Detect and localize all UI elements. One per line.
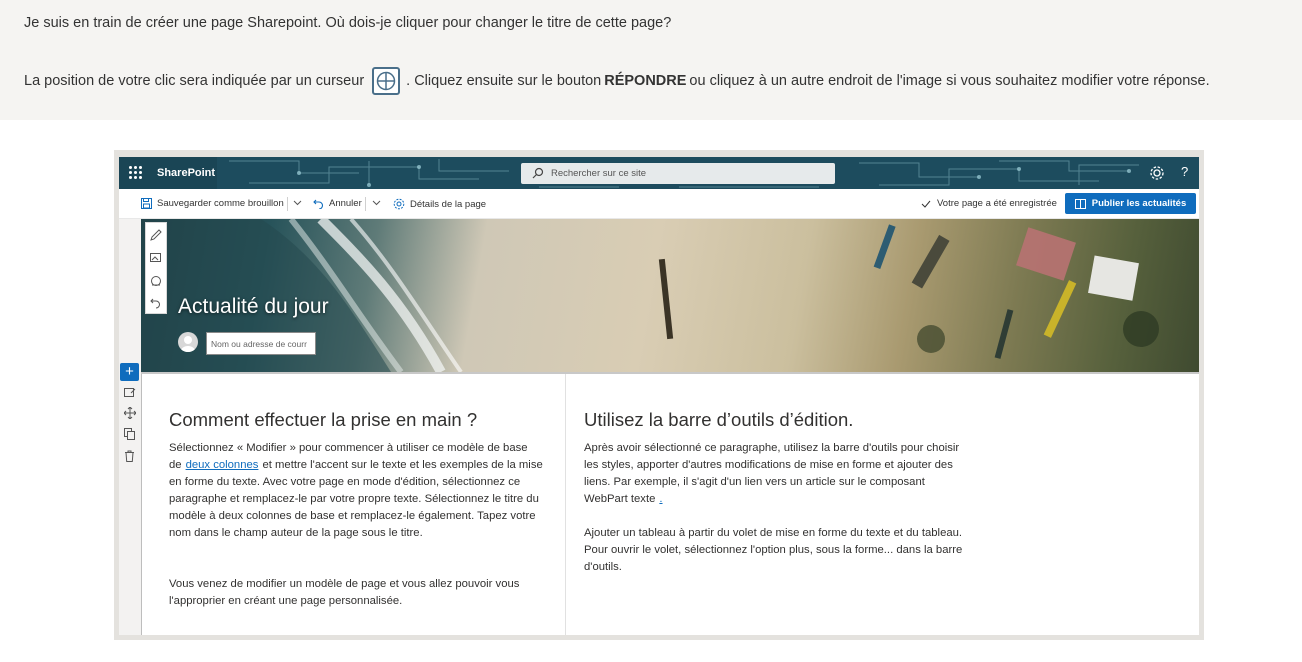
undo-button[interactable]: Annuler	[313, 198, 362, 209]
undo-icon	[313, 199, 324, 209]
quiz-header: Je suis en train de créer une page Share…	[0, 0, 1302, 120]
instruction-text-2: . Cliquez ensuite sur le bouton	[406, 73, 602, 89]
delete-icon[interactable]	[124, 450, 135, 462]
settings-icon	[393, 198, 405, 210]
two-columns-link[interactable]: deux colonnes	[186, 459, 259, 471]
chevron-down-icon[interactable]	[293, 200, 302, 206]
page-details-button[interactable]: Détails de la page	[393, 198, 486, 210]
save-status-text: Votre page a été enregistrée	[937, 198, 1057, 209]
page-details-label: Détails de la page	[410, 198, 487, 210]
column-1-paragraph-1[interactable]: Sélectionnez « Modifier » pour commencer…	[169, 440, 547, 542]
page-title[interactable]: Actualité du jour	[178, 295, 329, 319]
publish-button[interactable]: Publier les actualités	[1065, 193, 1196, 214]
quiz-instruction: La position de votre clic sera indiquée …	[24, 67, 1210, 95]
move-icon[interactable]	[124, 407, 136, 419]
separator	[365, 197, 366, 211]
chevron-down-icon[interactable]	[372, 200, 381, 206]
section-border	[141, 374, 142, 635]
command-bar: Sauvegarder comme brouillon Annuler Déta…	[119, 189, 1199, 219]
column-2-paragraph-1[interactable]: Après avoir sélectionné ce paragraphe, u…	[584, 440, 964, 508]
suite-header: SharePoint Rechercher sur ce site ?	[119, 157, 1199, 189]
brand-area[interactable]: SharePoint	[119, 157, 217, 189]
separator	[287, 197, 288, 211]
instruction-text-3: ou cliquez à un autre endroit de l'image…	[689, 73, 1210, 89]
save-draft-label: Sauvegarder comme brouillon	[157, 198, 284, 209]
save-status: Votre page a été enregistrée	[921, 198, 1057, 209]
author-input[interactable]: Nom ou adresse de courr	[206, 332, 316, 355]
reset-icon[interactable]	[150, 297, 162, 309]
column-2-text: Après avoir sélectionné ce paragraphe, u…	[584, 442, 960, 505]
instruction-bold: RÉPONDRE	[604, 73, 687, 89]
search-icon	[532, 167, 544, 179]
instruction-text-1: La position de votre clic sera indiquée …	[24, 73, 365, 89]
focal-point-icon[interactable]	[150, 275, 162, 287]
add-section-button[interactable]: +	[120, 363, 139, 381]
hero-banner[interactable]: Actualité du jour Nom ou adresse de cour…	[141, 219, 1199, 372]
author-avatar	[178, 332, 198, 352]
column-2-paragraph-2[interactable]: Ajouter un tableau à partir du volet de …	[584, 525, 964, 576]
quiz-question: Je suis en train de créer une page Share…	[24, 15, 672, 31]
image-settings-icon[interactable]	[150, 253, 163, 264]
section-toolbar: +	[119, 219, 141, 635]
webpart-link[interactable]: .	[659, 493, 662, 505]
hero-edit-toolbar	[145, 222, 167, 314]
column-1-text: et mettre l'accent sur le texte et les e…	[169, 459, 543, 539]
edit-section-icon[interactable]	[124, 387, 136, 398]
help-button[interactable]: ?	[1181, 164, 1188, 179]
undo-label: Annuler	[329, 198, 362, 209]
gear-icon[interactable]	[1149, 165, 1165, 181]
column-1-heading[interactable]: Comment effectuer la prise en main ?	[169, 409, 477, 431]
publish-label: Publier les actualités	[1091, 198, 1187, 209]
column-2-heading[interactable]: Utilisez la barre d’outils d’édition.	[584, 409, 853, 431]
brand-name[interactable]: SharePoint	[157, 167, 215, 179]
content-section: Comment effectuer la prise en main ? Sél…	[141, 372, 1199, 635]
save-draft-button[interactable]: Sauvegarder comme brouillon	[141, 198, 284, 209]
search-box[interactable]: Rechercher sur ce site	[521, 163, 835, 184]
check-icon	[921, 200, 931, 208]
save-icon	[141, 198, 152, 209]
screenshot-frame: SharePoint Rechercher sur ce site ? Sauv…	[114, 150, 1204, 640]
copy-icon[interactable]	[124, 428, 135, 440]
publish-icon	[1074, 198, 1086, 209]
column-1-paragraph-2[interactable]: Vous venez de modifier un modèle de page…	[169, 576, 547, 610]
search-placeholder: Rechercher sur ce site	[551, 168, 647, 179]
sharepoint-window[interactable]: SharePoint Rechercher sur ce site ? Sauv…	[119, 157, 1199, 635]
waffle-icon[interactable]	[129, 166, 143, 180]
cursor-icon	[372, 67, 401, 95]
column-divider	[565, 374, 566, 635]
edit-icon[interactable]	[150, 229, 162, 241]
